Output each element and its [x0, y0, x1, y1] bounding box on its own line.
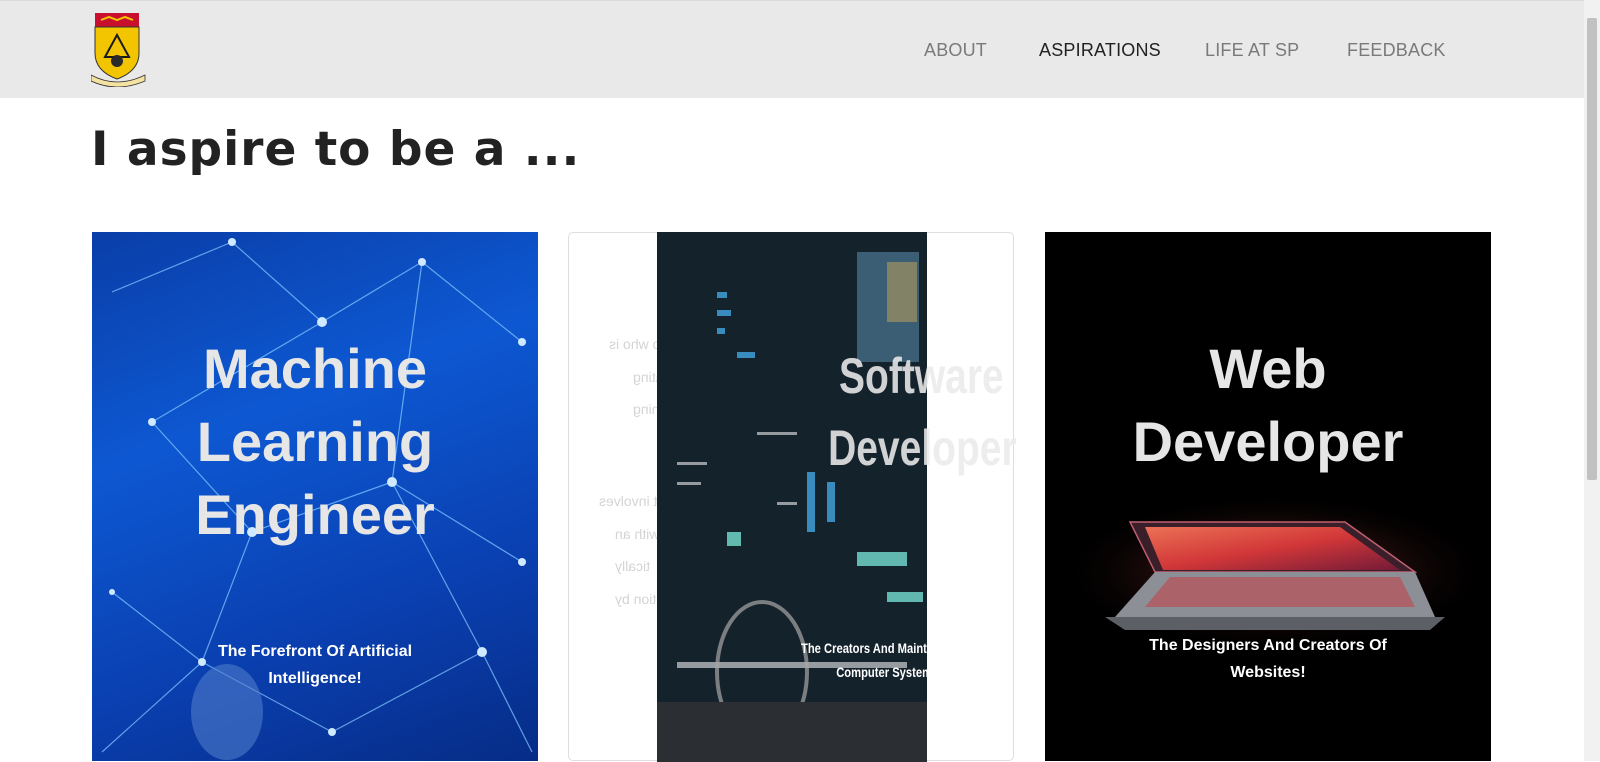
page-title: I aspire to be a ...: [91, 122, 581, 177]
card-subtitle: The Forefront Of Artificial Intelligence…: [217, 643, 413, 687]
card-subtitle: The Designers And Creators Of Websites!: [1149, 637, 1387, 681]
nav-link-feedback[interactable]: FEEDBACK: [1347, 40, 1446, 61]
mirrored-text: o who is: [609, 336, 661, 352]
card-software-developer[interactable]: o who is ating gning it involves with an…: [568, 232, 1017, 762]
navbar: ABOUT ASPIRATIONS LIFE AT SP FEEDBACK: [0, 0, 1584, 98]
mirrored-text: it involves: [599, 493, 661, 509]
mirrored-text: tically: [615, 558, 651, 574]
mirrored-text: with an: [615, 526, 660, 542]
page-scrollbar[interactable]: [1584, 0, 1600, 761]
card-title: Machine Learning Engineer: [195, 337, 435, 546]
nav-link-life-at-sp[interactable]: LIFE AT SP: [1205, 40, 1299, 61]
crest-logo-icon[interactable]: [91, 13, 147, 87]
nav-link-aspirations[interactable]: ASPIRATIONS: [1039, 40, 1161, 61]
card-subtitle: The Creators And Maint Computer System: [801, 640, 933, 680]
nav-link-about[interactable]: ABOUT: [924, 40, 987, 61]
card-title: Web Developer: [1132, 337, 1404, 473]
card-web-developer[interactable]: Web Developer The Designers And Creators…: [1045, 232, 1491, 761]
scrollbar-thumb[interactable]: [1587, 18, 1597, 480]
card-machine-learning-engineer[interactable]: Machine Learning Engineer The Forefront …: [92, 232, 538, 761]
card-title: Software Developer: [828, 348, 1017, 476]
